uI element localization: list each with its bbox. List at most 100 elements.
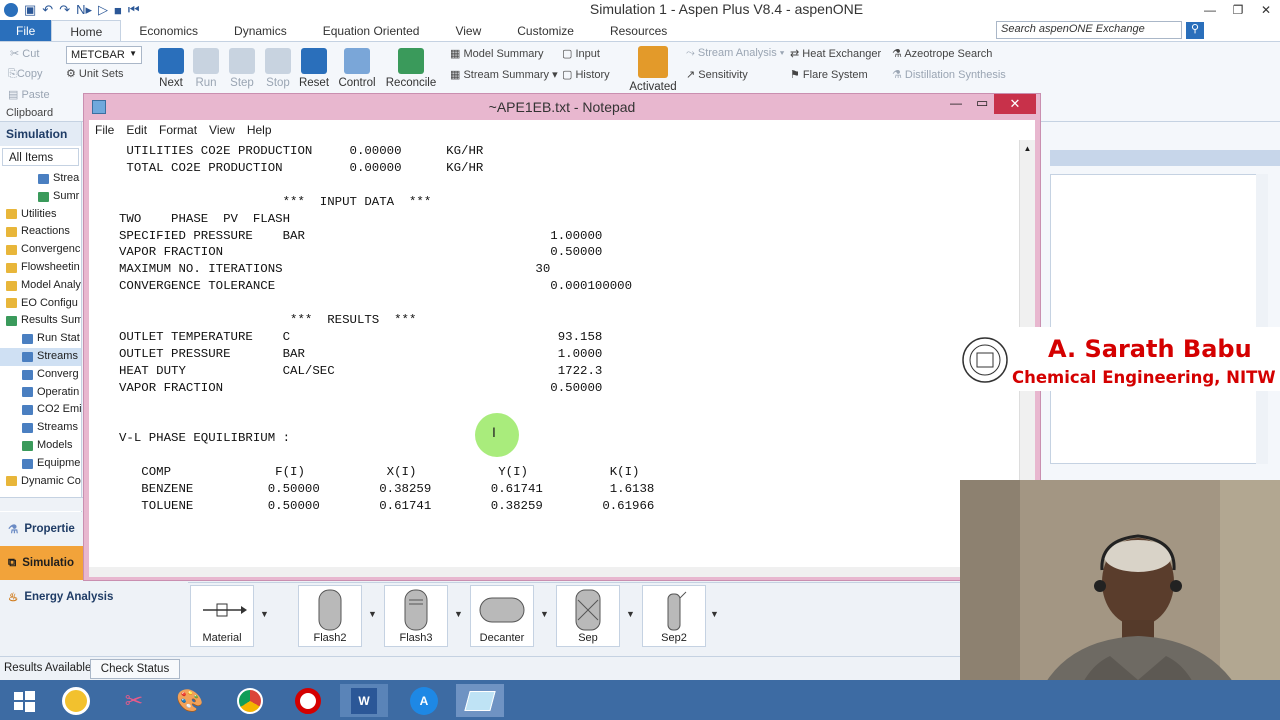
palette-flash2[interactable]: Flash2 [298, 585, 362, 647]
azeotrope-search-button[interactable]: ⚗ Azeotrope Search [892, 47, 992, 60]
tab-home[interactable]: Home [51, 20, 122, 41]
tree-item-selected[interactable]: Streams [0, 347, 81, 366]
tree-item[interactable]: Equipme [0, 455, 81, 473]
copy-button[interactable]: ⎘Copy [8, 68, 43, 81]
tab-customize[interactable]: Customize [499, 20, 592, 41]
tree-item[interactable]: Flowsheetin [0, 259, 81, 277]
workspace-tab-strip [1050, 150, 1280, 166]
taskbar-app[interactable]: W [340, 684, 388, 717]
taskbar-app[interactable]: ✂ [110, 684, 158, 717]
tree-item[interactable]: Utilities [0, 206, 81, 224]
tab-economics[interactable]: Economics [121, 20, 216, 41]
tree-item[interactable]: Results Sum [0, 312, 81, 330]
history-button[interactable]: ▢ History [562, 68, 610, 81]
folder-icon [6, 227, 17, 238]
search-input[interactable]: Search aspenONE Exchange [996, 21, 1182, 39]
minimize-icon[interactable]: — [950, 96, 962, 110]
palette-flash3[interactable]: Flash3 [384, 585, 448, 647]
search-icon[interactable]: ⚲ [1186, 22, 1204, 39]
tab-equation-oriented[interactable]: Equation Oriented [305, 20, 438, 41]
close-icon[interactable]: ✕ [994, 94, 1036, 114]
menu-help[interactable]: Help [241, 120, 278, 140]
step-icon [229, 48, 255, 74]
taskbar-app[interactable] [52, 684, 100, 717]
menu-file[interactable]: File [89, 120, 120, 140]
control-button[interactable]: Control [336, 48, 378, 89]
taskbar-app[interactable] [226, 684, 274, 717]
tab-view[interactable]: View [437, 20, 499, 41]
scroll-up-icon[interactable]: ▲ [1020, 144, 1035, 153]
restore-icon[interactable]: ❐ [1224, 0, 1252, 20]
chevron-down-icon[interactable]: ▼ [368, 609, 377, 619]
taskbar-app-active[interactable] [456, 684, 504, 717]
tab-file[interactable]: File [0, 20, 52, 41]
tree-item[interactable]: Strea [0, 170, 81, 188]
models-icon [22, 440, 33, 451]
tree-item[interactable]: Converg [0, 366, 81, 384]
start-button[interactable] [0, 684, 48, 717]
chevron-down-icon[interactable]: ▼ [454, 609, 463, 619]
report-line: VAPOR FRACTION 0.50000 [119, 380, 603, 395]
tree-item[interactable]: Streams [0, 419, 81, 437]
workspace-scrollbar[interactable] [1256, 174, 1268, 464]
tree-item[interactable]: Sumr [0, 188, 81, 206]
heat-exchanger-button[interactable]: ⇄ Heat Exchanger [790, 47, 881, 60]
input-button[interactable]: ▢ Input [562, 47, 600, 60]
report-line: VAPOR FRACTION 0.50000 [119, 245, 603, 260]
next-icon [158, 48, 184, 74]
unit-sets-button[interactable]: ⚙ Unit Sets [66, 67, 124, 80]
tree-item[interactable]: Run Stat [0, 330, 81, 348]
palette-sep[interactable]: Sep [556, 585, 620, 647]
step-button[interactable]: Step [226, 48, 258, 89]
tree-item[interactable]: Reactions [0, 223, 81, 241]
stream-summary-button[interactable]: ▦ Stream Summary ▾ [450, 68, 558, 81]
tree-item[interactable]: EO Configu [0, 295, 81, 313]
palette-material[interactable]: Material [190, 585, 254, 647]
menu-view[interactable]: View [203, 120, 241, 140]
chrome-icon [237, 687, 263, 714]
folder-icon [6, 262, 17, 273]
chevron-down-icon[interactable]: ▼ [626, 609, 635, 619]
nav-filter-select[interactable]: All Items [2, 148, 79, 166]
palette-decanter[interactable]: Decanter [470, 585, 534, 647]
cut-button[interactable]: ✂ Cut [10, 47, 39, 60]
sensitivity-button[interactable]: ↗ Sensitivity [686, 68, 748, 81]
chevron-down-icon[interactable]: ▼ [540, 609, 549, 619]
maximize-icon[interactable]: ▭ [976, 95, 988, 111]
tree-item[interactable]: Dynamic Co [0, 473, 81, 491]
check-status-button[interactable]: Check Status [90, 659, 180, 679]
reconcile-button[interactable]: Reconcile [384, 48, 438, 89]
notepad-horizontal-scrollbar[interactable] [89, 567, 1035, 577]
tree-item[interactable]: Models [0, 437, 81, 455]
close-icon[interactable]: ✕ [1252, 0, 1280, 20]
stream-analysis-button[interactable]: ⤳ Stream Analysis ▾ [686, 47, 784, 60]
next-button[interactable]: Next [155, 48, 187, 89]
distillation-synthesis-button[interactable]: ⚗ Distillation Synthesis [892, 68, 1006, 81]
unit-set-select[interactable]: METCBAR ▼ [66, 46, 142, 64]
minimize-icon[interactable]: — [1196, 0, 1224, 20]
activated-button[interactable]: Activated [626, 46, 680, 93]
notepad-text-area[interactable]: UTILITIES CO2E PRODUCTION 0.00000 KG/HR … [89, 140, 1019, 567]
tab-resources[interactable]: Resources [592, 20, 685, 41]
energy-analysis-nav-button[interactable]: ♨ Energy Analysis [0, 580, 188, 614]
flare-system-button[interactable]: ⚑ Flare System [790, 68, 868, 81]
paste-button[interactable]: ▤ Paste [8, 88, 50, 101]
menu-format[interactable]: Format [153, 120, 203, 140]
tree-item[interactable]: Model Analy [0, 277, 81, 295]
chevron-down-icon[interactable]: ▼ [710, 609, 719, 619]
nav-tree: Strea Sumr Utilities Reactions Convergen… [0, 168, 81, 490]
model-summary-button[interactable]: ▦ Model Summary [450, 47, 544, 60]
reset-button[interactable]: Reset [298, 48, 330, 89]
stop-button[interactable]: Stop [262, 48, 294, 89]
tree-item[interactable]: CO2 Emi [0, 401, 81, 419]
taskbar-app[interactable]: 🎨 [166, 684, 214, 717]
taskbar-app[interactable]: A [400, 684, 448, 717]
tree-item[interactable]: Convergenc [0, 241, 81, 259]
chevron-down-icon[interactable]: ▼ [260, 609, 269, 619]
tree-item[interactable]: Operatin [0, 384, 81, 402]
tab-dynamics[interactable]: Dynamics [216, 20, 305, 41]
menu-edit[interactable]: Edit [120, 120, 153, 140]
taskbar-app[interactable] [284, 684, 332, 717]
run-button[interactable]: Run [190, 48, 222, 89]
palette-sep2[interactable]: Sep2 [642, 585, 706, 647]
